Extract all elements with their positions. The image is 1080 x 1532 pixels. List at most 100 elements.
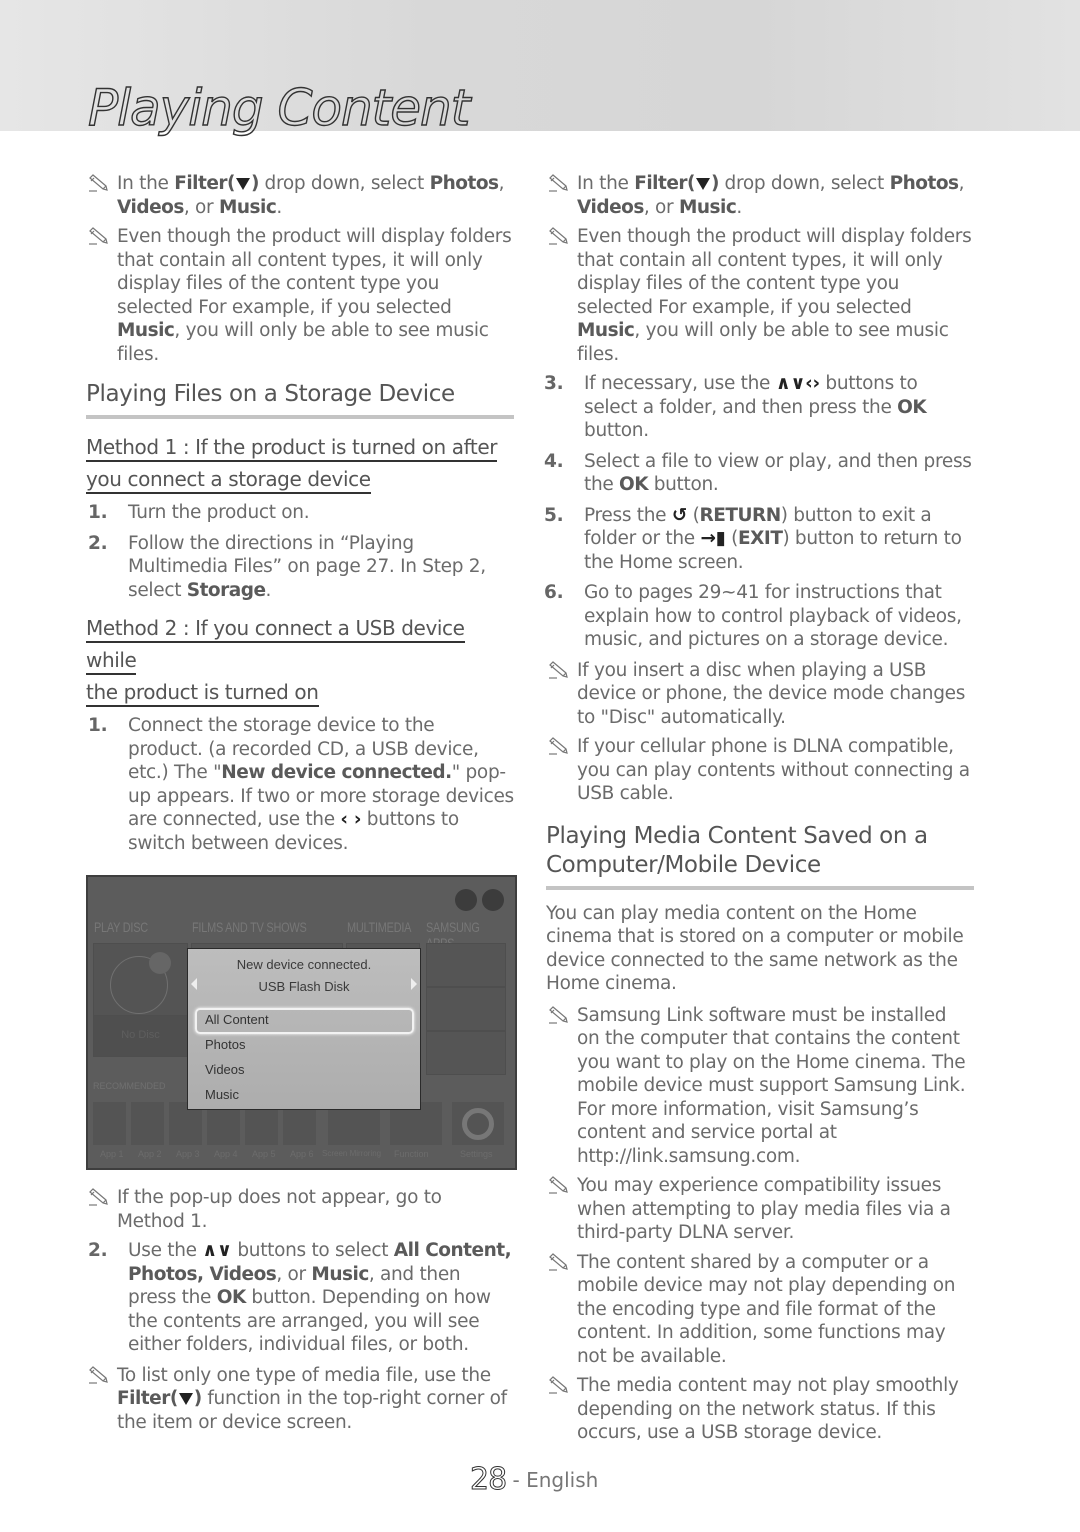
remote-button-icon: ∧∨ <box>202 1240 232 1261</box>
remote-button-icon: →▮ <box>700 528 726 549</box>
right-column: In the Filter() drop down, select Photos… <box>544 172 974 1451</box>
left-column: In the Filter() drop down, select Photos… <box>86 172 517 1440</box>
step-number: 4. <box>544 450 564 472</box>
page-header-band: Playing Content <box>0 0 1080 137</box>
step-number: 2. <box>88 532 108 554</box>
notes-top-left: In the Filter() drop down, select Photos… <box>86 172 514 366</box>
popup-title: New device connected. <box>236 957 372 972</box>
popup-option-music: Music <box>205 1087 239 1102</box>
no-disc-label: No Disc <box>121 1029 160 1041</box>
note: Even though the product will display fol… <box>86 225 514 366</box>
method1-heading: Method 1 : If the product is turned on a… <box>86 431 514 495</box>
new-device-popup: New device connected. USB Flash Disk All… <box>187 948 421 1110</box>
note: To list only one type of media file, use… <box>86 1364 514 1435</box>
step-number: 1. <box>88 502 108 523</box>
note-pencil-icon <box>547 737 571 757</box>
note: The media content may not play smoothly … <box>546 1374 974 1445</box>
photos-tile <box>426 943 506 987</box>
filter-funnel-icon <box>696 178 710 190</box>
step: 4. Select a file to view or play, and the… <box>544 450 972 496</box>
emphasis-text: EXIT <box>738 528 783 549</box>
emphasis-text: Filter( <box>634 173 695 194</box>
music-tile <box>426 1031 506 1075</box>
function-label: Function <box>394 1149 429 1159</box>
footer-language: - English <box>512 1468 599 1492</box>
step: 2. Use the ∧∨ buttons to select All Conte… <box>88 1240 512 1355</box>
emphasis-text: OK <box>619 474 649 495</box>
note-pencil-icon <box>547 1252 571 1273</box>
no-disc-tile: No Disc <box>93 1015 188 1057</box>
emphasis-text: Photos <box>889 173 960 194</box>
disc-tile <box>93 943 188 1017</box>
note-pencil-icon <box>87 227 111 247</box>
category-play-disc: PLAY DISC <box>94 919 148 935</box>
note-pencil-icon <box>547 660 571 681</box>
emphasis-text: Music <box>311 1263 369 1285</box>
app-label: App 1 <box>100 1149 124 1159</box>
app-label: App 4 <box>214 1149 238 1159</box>
emphasis-text: ) <box>711 173 719 194</box>
popup-option-photos: Photos <box>205 1037 246 1052</box>
note-pencil-icon <box>547 1176 571 1196</box>
note: If your cellular phone is DLNA compatibl… <box>546 735 974 806</box>
method1-title-line2: you connect a storage device <box>86 467 371 494</box>
emphasis-text: Music <box>577 320 635 341</box>
search-icon <box>482 889 504 911</box>
note-pencil-icon <box>547 1005 571 1026</box>
page-footer: 28 - English <box>469 1462 599 1498</box>
app-label: App 6 <box>290 1149 314 1159</box>
note: If the pop-up does not appear, go to Met… <box>86 1186 514 1233</box>
step: 3. If necessary, use the ∧∨‹› buttons to … <box>544 373 927 441</box>
note: The content shared by a computer or a mo… <box>546 1251 974 1369</box>
note-pencil-icon <box>547 1376 571 1396</box>
eject-icon <box>149 952 171 974</box>
note: You may experience compatibility issues … <box>546 1174 974 1245</box>
note-pencil-icon <box>87 1188 111 1208</box>
emphasis-text: OK <box>897 396 927 418</box>
app-label: App 2 <box>138 1149 162 1159</box>
step: 2. Follow the directions in “Playing Mult… <box>88 532 486 601</box>
videos-tile <box>426 987 506 1031</box>
app-label: App 5 <box>252 1149 276 1159</box>
remote-button-icon: ‹ › <box>340 809 362 830</box>
settings-tile <box>452 1102 504 1145</box>
step: 1. Connect the storage device to the prod… <box>88 715 514 854</box>
emphasis-text: Filter( <box>117 1388 178 1409</box>
step: 1. Turn the product on. <box>88 502 310 523</box>
emphasis-text: ) <box>251 173 259 194</box>
note-pencil-icon <box>87 1365 111 1386</box>
note: In the Filter() drop down, select Photos… <box>546 172 974 219</box>
popup-option-videos: Videos <box>205 1062 245 1077</box>
recommended-label: RECOMMENDED <box>93 1081 166 1091</box>
app-tile <box>131 1102 164 1145</box>
remote-button-icon: ∧∨‹› <box>775 373 820 394</box>
method2-title-line1: Method 2 : If you connect a USB device w… <box>86 616 465 675</box>
popup-option-all-content: All Content <box>205 1012 269 1027</box>
page-title: Playing Content <box>87 79 471 137</box>
category-multimedia: MULTIMEDIA <box>347 919 412 935</box>
app-tile <box>93 1102 126 1145</box>
emphasis-text: New device connected. <box>221 762 452 783</box>
emphasis-text: Music <box>678 196 737 218</box>
emphasis-text: Music <box>218 196 277 218</box>
emphasis-text: Filter( <box>174 173 235 194</box>
remote-button-icon: ↺ <box>671 504 688 526</box>
emphasis-text: Videos <box>577 196 644 218</box>
step-number: 6. <box>544 582 564 603</box>
step: 6. Go to pages 29~41 for instructions tha… <box>544 582 962 650</box>
section-title-computer-mobile: Playing Media Content Saved on a Compute… <box>546 822 974 890</box>
step: 5. Press the ↺ (RETURN) button to exit a … <box>544 504 962 573</box>
settings-label: Settings <box>460 1149 493 1159</box>
section-intro: You can play media content on the Home c… <box>546 902 964 995</box>
popup-device-name: USB Flash Disk <box>258 979 350 994</box>
app-label: App 3 <box>176 1149 200 1159</box>
note-pencil-icon <box>547 174 571 194</box>
category-films-tv: FILMS AND TV SHOWS <box>192 919 307 935</box>
emphasis-text: Storage <box>186 579 266 601</box>
emphasis-text: OK <box>216 1287 247 1308</box>
emphasis-text: Music <box>117 320 175 341</box>
method2-heading: Method 2 : If you connect a USB device w… <box>86 612 514 708</box>
filter-funnel-icon <box>178 1393 193 1405</box>
note: If you insert a disc when playing a USB … <box>546 659 974 730</box>
step-number: 2. <box>88 1240 108 1261</box>
